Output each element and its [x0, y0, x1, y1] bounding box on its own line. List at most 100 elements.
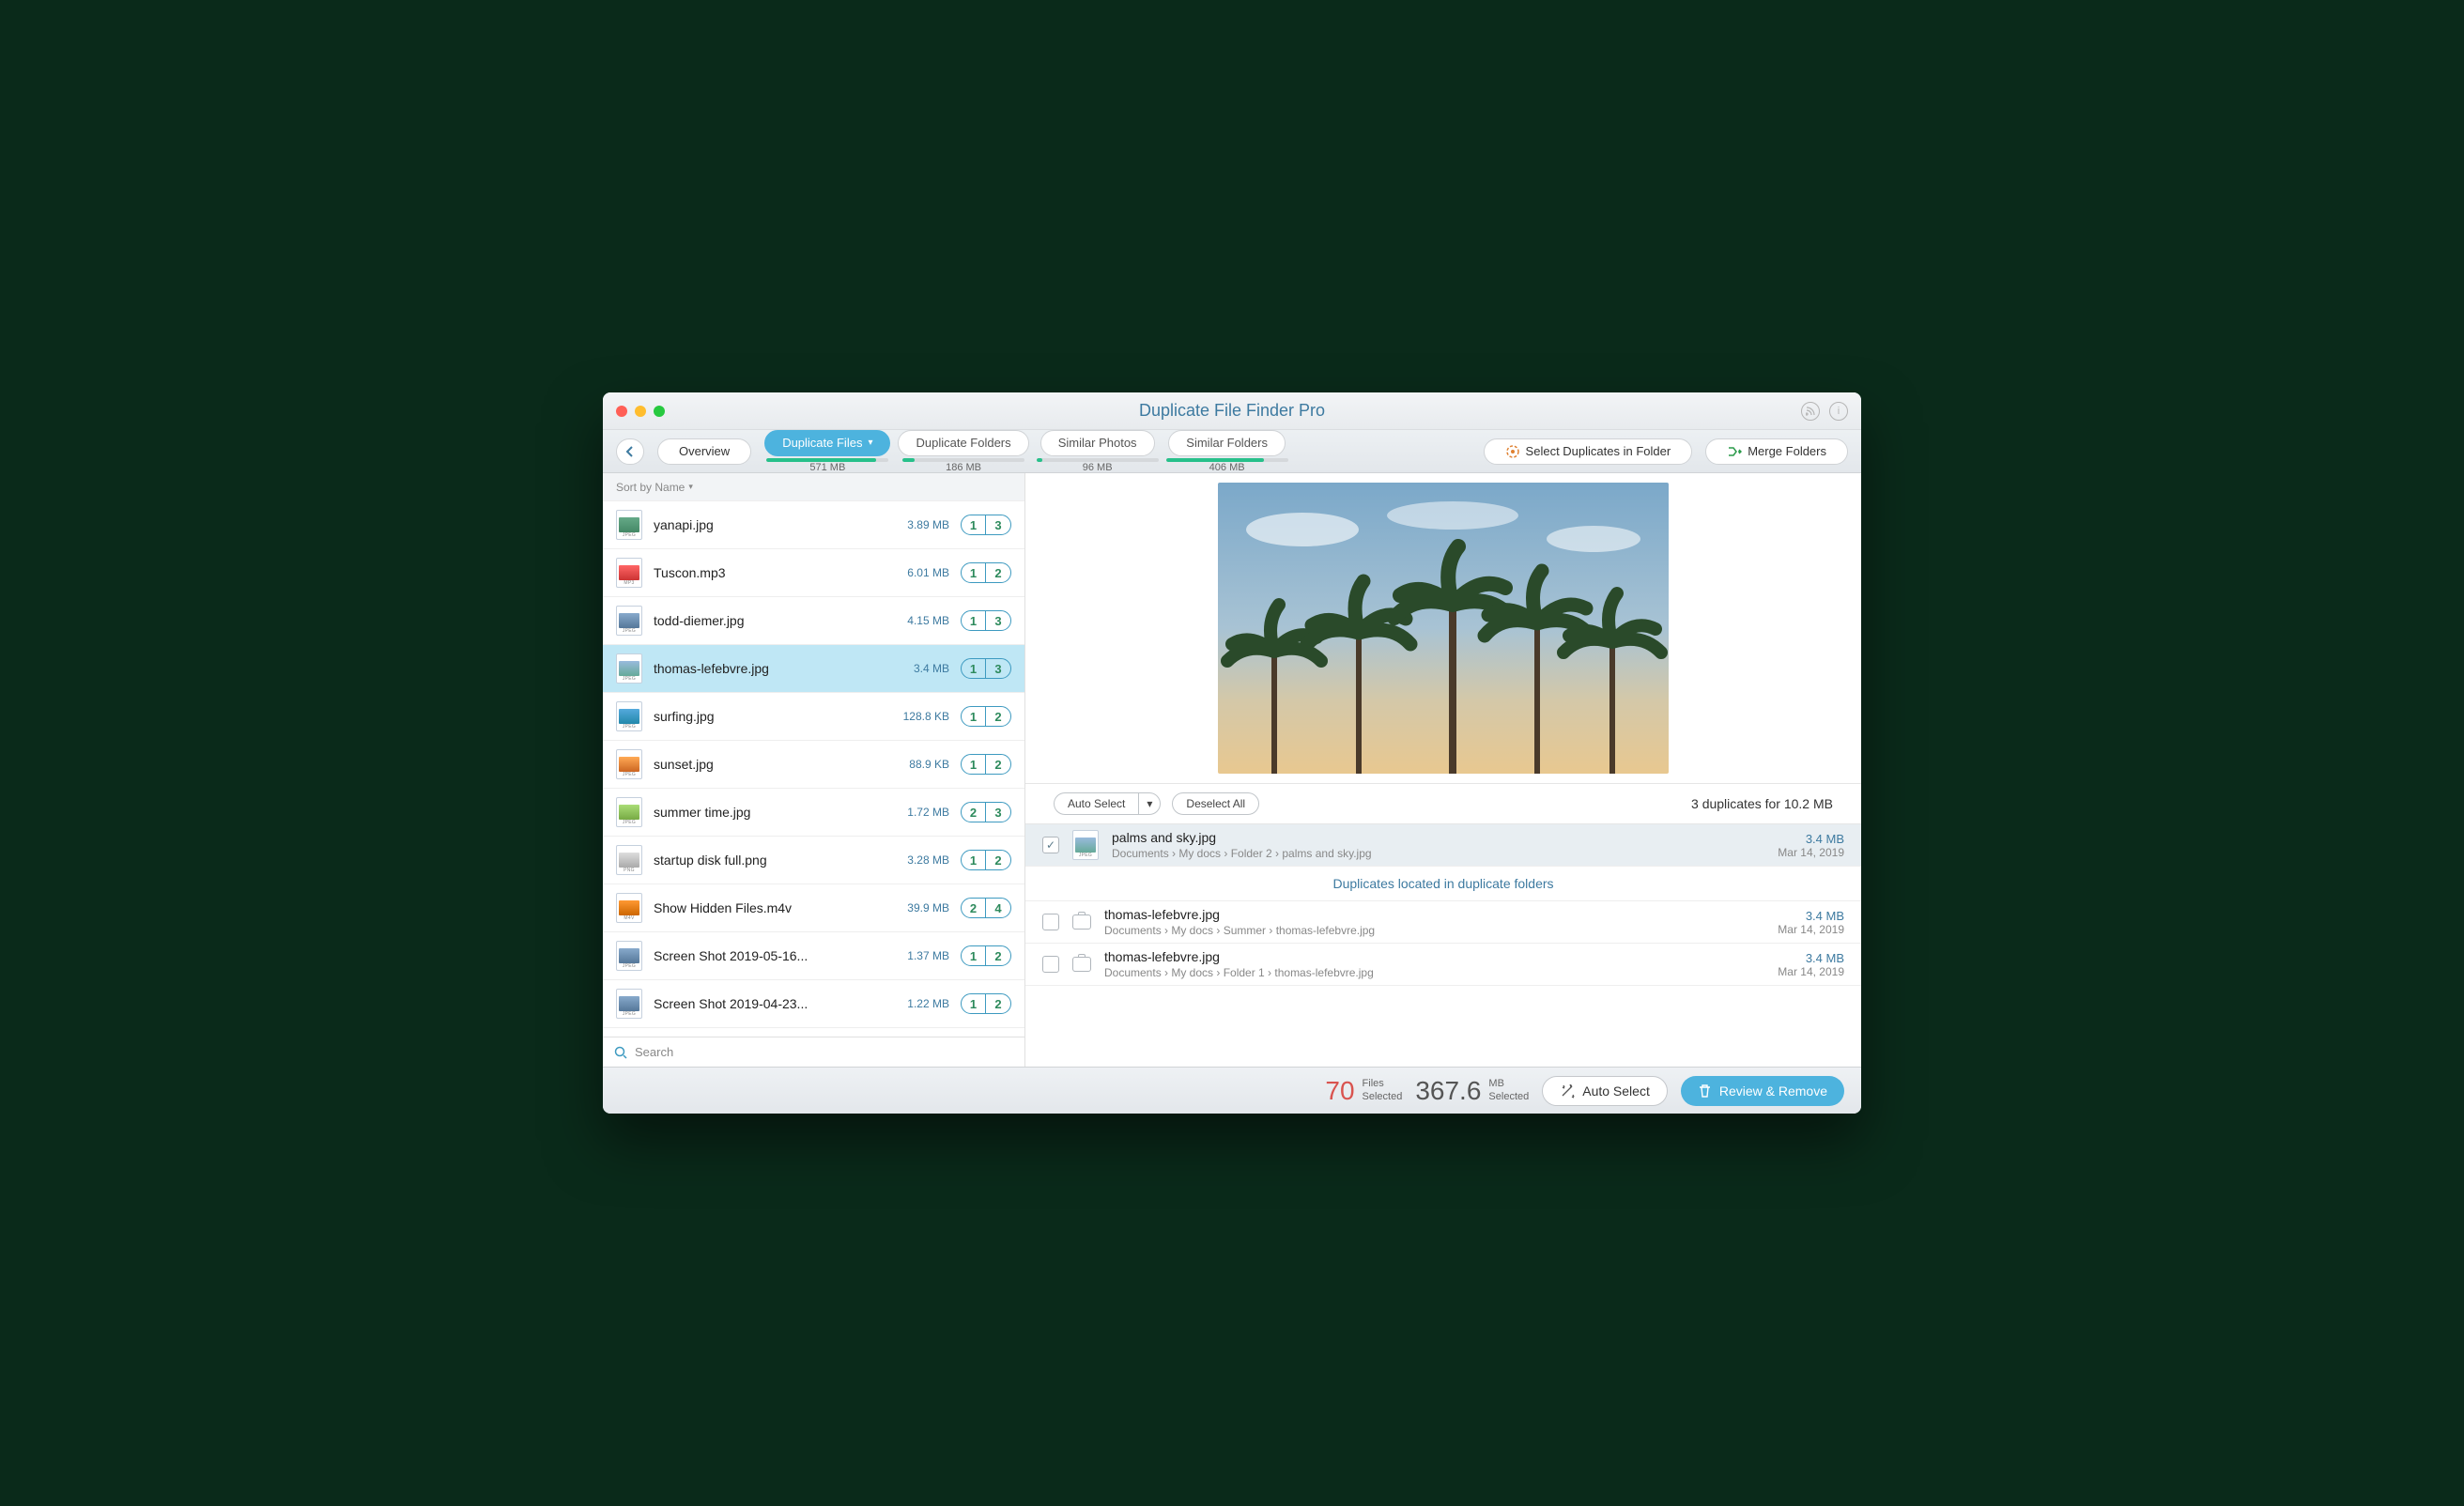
overview-button[interactable]: Overview	[657, 438, 751, 465]
file-type-icon: JPEG	[616, 606, 642, 636]
mb-selected-stat: 367.6 MBSelected	[1415, 1076, 1529, 1106]
file-size: 1.72 MB	[884, 806, 949, 819]
file-name: Show Hidden Files.m4v	[654, 900, 872, 915]
deselect-all-button[interactable]: Deselect All	[1172, 792, 1259, 815]
camera-icon	[1072, 957, 1091, 972]
duplicate-count-badge: 23	[961, 802, 1011, 822]
file-row[interactable]: JPEG sunset.jpg 88.9 KB 12	[603, 741, 1024, 789]
file-size: 3.89 MB	[884, 518, 949, 531]
search-icon	[614, 1046, 627, 1059]
file-row[interactable]: M4V Show Hidden Files.m4v 39.9 MB 24	[603, 884, 1024, 932]
duplicate-date: Mar 14, 2019	[1778, 846, 1844, 859]
duplicate-date: Mar 14, 2019	[1778, 965, 1844, 978]
tab-duplicate-files[interactable]: Duplicate Files ▾	[764, 430, 890, 456]
file-size: 88.9 KB	[884, 758, 949, 771]
minimize-icon[interactable]	[635, 406, 646, 417]
duplicate-size: 3.4 MB	[1778, 909, 1844, 923]
duplicate-count-badge: 13	[961, 658, 1011, 679]
file-name: Tuscon.mp3	[654, 565, 872, 580]
file-name: startup disk full.png	[654, 853, 872, 868]
footer-auto-select-button[interactable]: Auto Select	[1542, 1076, 1668, 1106]
auto-select-caret[interactable]: ▾	[1138, 792, 1161, 815]
sort-header[interactable]: Sort by Name▾	[603, 473, 1024, 501]
close-icon[interactable]	[616, 406, 627, 417]
file-row[interactable]: JPEG surfing.jpg 128.8 KB 12	[603, 693, 1024, 741]
sidebar: Sort by Name▾ JPEG yanapi.jpg 3.89 MB 13…	[603, 473, 1025, 1067]
tab-size-label: 571 MB	[809, 462, 845, 473]
auto-select-dropdown[interactable]: Auto Select	[1054, 792, 1138, 815]
file-size: 39.9 MB	[884, 901, 949, 914]
divider-label: Duplicates located in duplicate folders	[1025, 867, 1861, 901]
duplicate-checkbox[interactable]	[1042, 914, 1059, 930]
preview-image	[1218, 483, 1669, 774]
duplicate-count-badge: 12	[961, 562, 1011, 583]
file-row[interactable]: JPEG todd-diemer.jpg 4.15 MB 13	[603, 597, 1024, 645]
duplicate-summary: 3 duplicates for 10.2 MB	[1691, 796, 1833, 811]
app-window: Duplicate File Finder Pro i Overview Dup…	[603, 392, 1861, 1114]
file-size: 3.4 MB	[884, 662, 949, 675]
merge-folders-button[interactable]: Merge Folders	[1705, 438, 1848, 465]
action-bar: Auto Select ▾ Deselect All 3 duplicates …	[1025, 783, 1861, 824]
file-row[interactable]: JPEG yanapi.jpg 3.89 MB 13	[603, 501, 1024, 549]
duplicate-name: thomas-lefebvre.jpg	[1104, 907, 1764, 922]
tab-size-label: 96 MB	[1083, 462, 1113, 473]
file-name: Screen Shot 2019-05-16...	[654, 948, 872, 963]
duplicate-size: 3.4 MB	[1778, 832, 1844, 846]
file-row[interactable]: JPEG Screen Shot 2019-05-16... 1.37 MB 1…	[603, 932, 1024, 980]
file-type-icon: JPEG	[616, 749, 642, 779]
file-type-icon: JPEG	[1072, 830, 1099, 860]
file-type-icon: JPEG	[616, 701, 642, 731]
preview-area	[1025, 473, 1861, 783]
tab-similar-photos[interactable]: Similar Photos	[1040, 430, 1155, 456]
duplicate-checkbox[interactable]	[1042, 956, 1059, 973]
duplicate-path: Documents › My docs › Folder 1 › thomas-…	[1104, 966, 1764, 979]
duplicate-count-badge: 12	[961, 993, 1011, 1014]
file-row[interactable]: PNG startup disk full.png 3.28 MB 12	[603, 837, 1024, 884]
footer: 70 FilesSelected 367.6 MBSelected Auto S…	[603, 1067, 1861, 1114]
duplicate-path: Documents › My docs › Folder 2 › palms a…	[1112, 847, 1764, 860]
search-row[interactable]: Search	[603, 1037, 1024, 1067]
info-icon[interactable]: i	[1829, 402, 1848, 421]
file-size: 6.01 MB	[884, 566, 949, 579]
tab-duplicate-folders[interactable]: Duplicate Folders	[898, 430, 1028, 456]
file-name: thomas-lefebvre.jpg	[654, 661, 872, 676]
file-type-icon: PNG	[616, 845, 642, 875]
toolbar: Overview Duplicate Files ▾571 MBDuplicat…	[603, 430, 1861, 473]
duplicate-row[interactable]: thomas-lefebvre.jpgDocuments › My docs ›…	[1025, 944, 1861, 986]
duplicate-name: palms and sky.jpg	[1112, 830, 1764, 845]
file-row[interactable]: JPEG Screen Shot 2019-04-23... 1.22 MB 1…	[603, 980, 1024, 1028]
files-selected-stat: 70 FilesSelected	[1325, 1076, 1402, 1106]
duplicate-count-badge: 13	[961, 610, 1011, 631]
duplicate-size: 3.4 MB	[1778, 951, 1844, 965]
file-size: 3.28 MB	[884, 853, 949, 867]
file-size: 1.37 MB	[884, 949, 949, 962]
review-remove-button[interactable]: Review & Remove	[1681, 1076, 1844, 1106]
back-button[interactable]	[616, 438, 644, 465]
duplicate-count-badge: 13	[961, 515, 1011, 535]
zoom-icon[interactable]	[654, 406, 665, 417]
file-list: JPEG yanapi.jpg 3.89 MB 13MP3 Tuscon.mp3…	[603, 501, 1024, 1037]
duplicate-row[interactable]: ✓ JPEG palms and sky.jpg Documents › My d…	[1025, 824, 1861, 867]
titlebar: Duplicate File Finder Pro i	[603, 392, 1861, 430]
file-row[interactable]: JPEG thomas-lefebvre.jpg 3.4 MB 13	[603, 645, 1024, 693]
file-type-icon: JPEG	[616, 941, 642, 971]
file-size: 1.22 MB	[884, 997, 949, 1010]
merge-icon	[1727, 445, 1742, 458]
file-type-icon: JPEG	[616, 653, 642, 684]
file-row[interactable]: MP3 Tuscon.mp3 6.01 MB 12	[603, 549, 1024, 597]
rss-icon[interactable]	[1801, 402, 1820, 421]
tab-group: Duplicate Files ▾ 571 MB Duplicate Folders…	[764, 430, 1287, 473]
file-row[interactable]: JPEG summer time.jpg 1.72 MB 23	[603, 789, 1024, 837]
tab-size-label: 406 MB	[1209, 462, 1245, 473]
duplicate-path: Documents › My docs › Summer › thomas-le…	[1104, 924, 1764, 937]
tab-similar-folders[interactable]: Similar Folders	[1168, 430, 1286, 456]
file-size: 4.15 MB	[884, 614, 949, 627]
duplicate-count-badge: 12	[961, 850, 1011, 870]
select-duplicates-button[interactable]: Select Duplicates in Folder	[1484, 438, 1693, 465]
app-title: Duplicate File Finder Pro	[1139, 401, 1325, 421]
trash-icon	[1698, 1083, 1712, 1099]
duplicate-checkbox[interactable]: ✓	[1042, 837, 1059, 853]
file-type-icon: JPEG	[616, 510, 642, 540]
duplicate-row[interactable]: thomas-lefebvre.jpg Documents › My docs ›…	[1025, 901, 1861, 944]
file-size: 128.8 KB	[884, 710, 949, 723]
